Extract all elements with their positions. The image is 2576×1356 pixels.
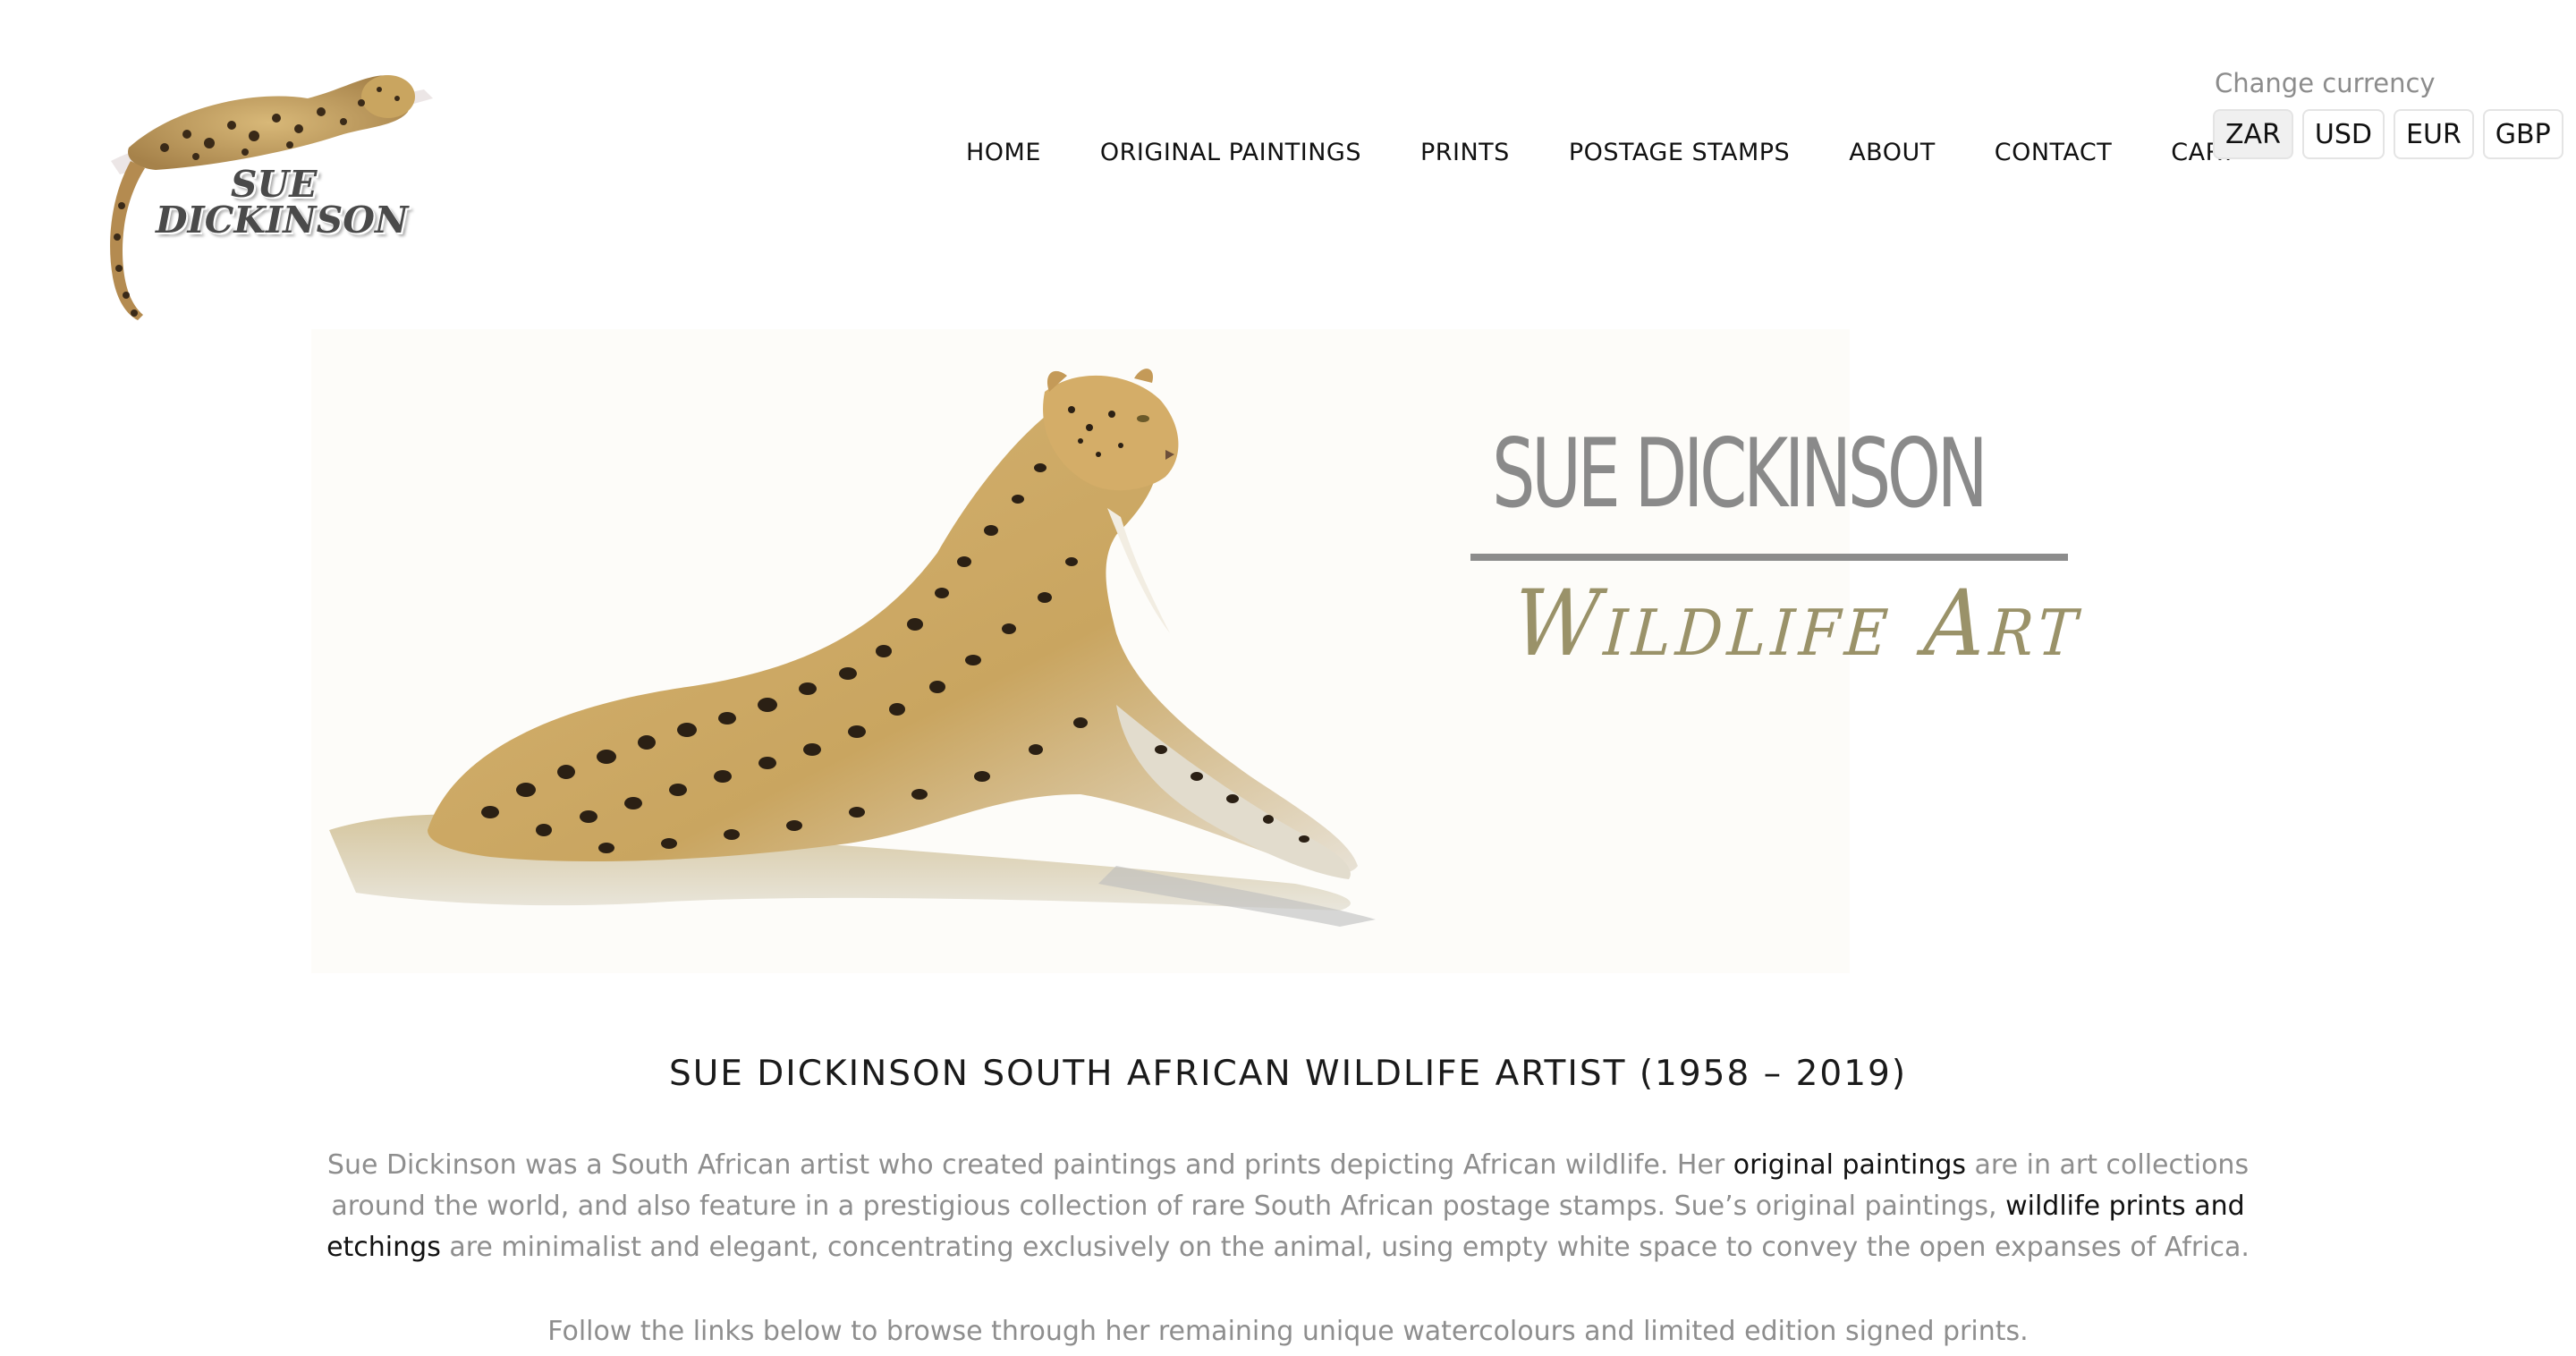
currency-label: Change currency: [2215, 68, 2436, 98]
original-paintings-link[interactable]: original paintings: [1733, 1149, 1966, 1181]
currency-buttons: ZAR USD EUR GBP: [2213, 109, 2563, 159]
logo-line-2: DICKINSON: [156, 199, 409, 242]
page: SUE DICKINSON HOME ORIGINAL PAINTINGS PR…: [0, 0, 2576, 1356]
page-heading: SUE DICKINSON SOUTH AFRICAN WILDLIFE ART…: [668, 1054, 1908, 1094]
intro-paragraph: Sue Dickinson was a South African artist…: [304, 1145, 2272, 1268]
main-nav: HOME ORIGINAL PAINTINGS PRINTS POSTAGE S…: [966, 134, 2236, 170]
currency-switcher: Change currency ZAR USD EUR GBP: [2213, 68, 2563, 159]
logo-line-1: SUE: [230, 163, 318, 206]
nav-home[interactable]: HOME: [966, 139, 1041, 166]
site-logo[interactable]: SUE DICKINSON: [75, 63, 451, 322]
follow-text: Follow the links below to browse through…: [547, 1316, 2029, 1347]
currency-usd-button[interactable]: USD: [2301, 109, 2385, 159]
currency-eur-button[interactable]: EUR: [2394, 109, 2474, 159]
hero-title: SUE DICKINSON: [1492, 419, 1988, 529]
nav-contact[interactable]: CONTACT: [1995, 139, 2113, 166]
intro-text-3: are minimalist and elegant, concentratin…: [440, 1232, 2250, 1263]
logo-text: SUE DICKINSON: [145, 166, 409, 242]
intro-text-1: Sue Dickinson was a South African artist…: [326, 1149, 1733, 1181]
hero-banner: SUE DICKINSON Wildlife Art: [311, 329, 2154, 973]
hero-divider: [1470, 554, 2068, 561]
currency-gbp-button[interactable]: GBP: [2482, 109, 2563, 159]
hero-subtitle: Wildlife Art: [1510, 571, 2086, 677]
nav-postage-stamps[interactable]: POSTAGE STAMPS: [1569, 139, 1790, 166]
nav-prints[interactable]: PRINTS: [1420, 139, 1510, 166]
nav-about[interactable]: ABOUT: [1849, 139, 1936, 166]
currency-zar-button[interactable]: ZAR: [2213, 109, 2293, 159]
nav-original-paintings[interactable]: ORIGINAL PAINTINGS: [1100, 139, 1361, 166]
